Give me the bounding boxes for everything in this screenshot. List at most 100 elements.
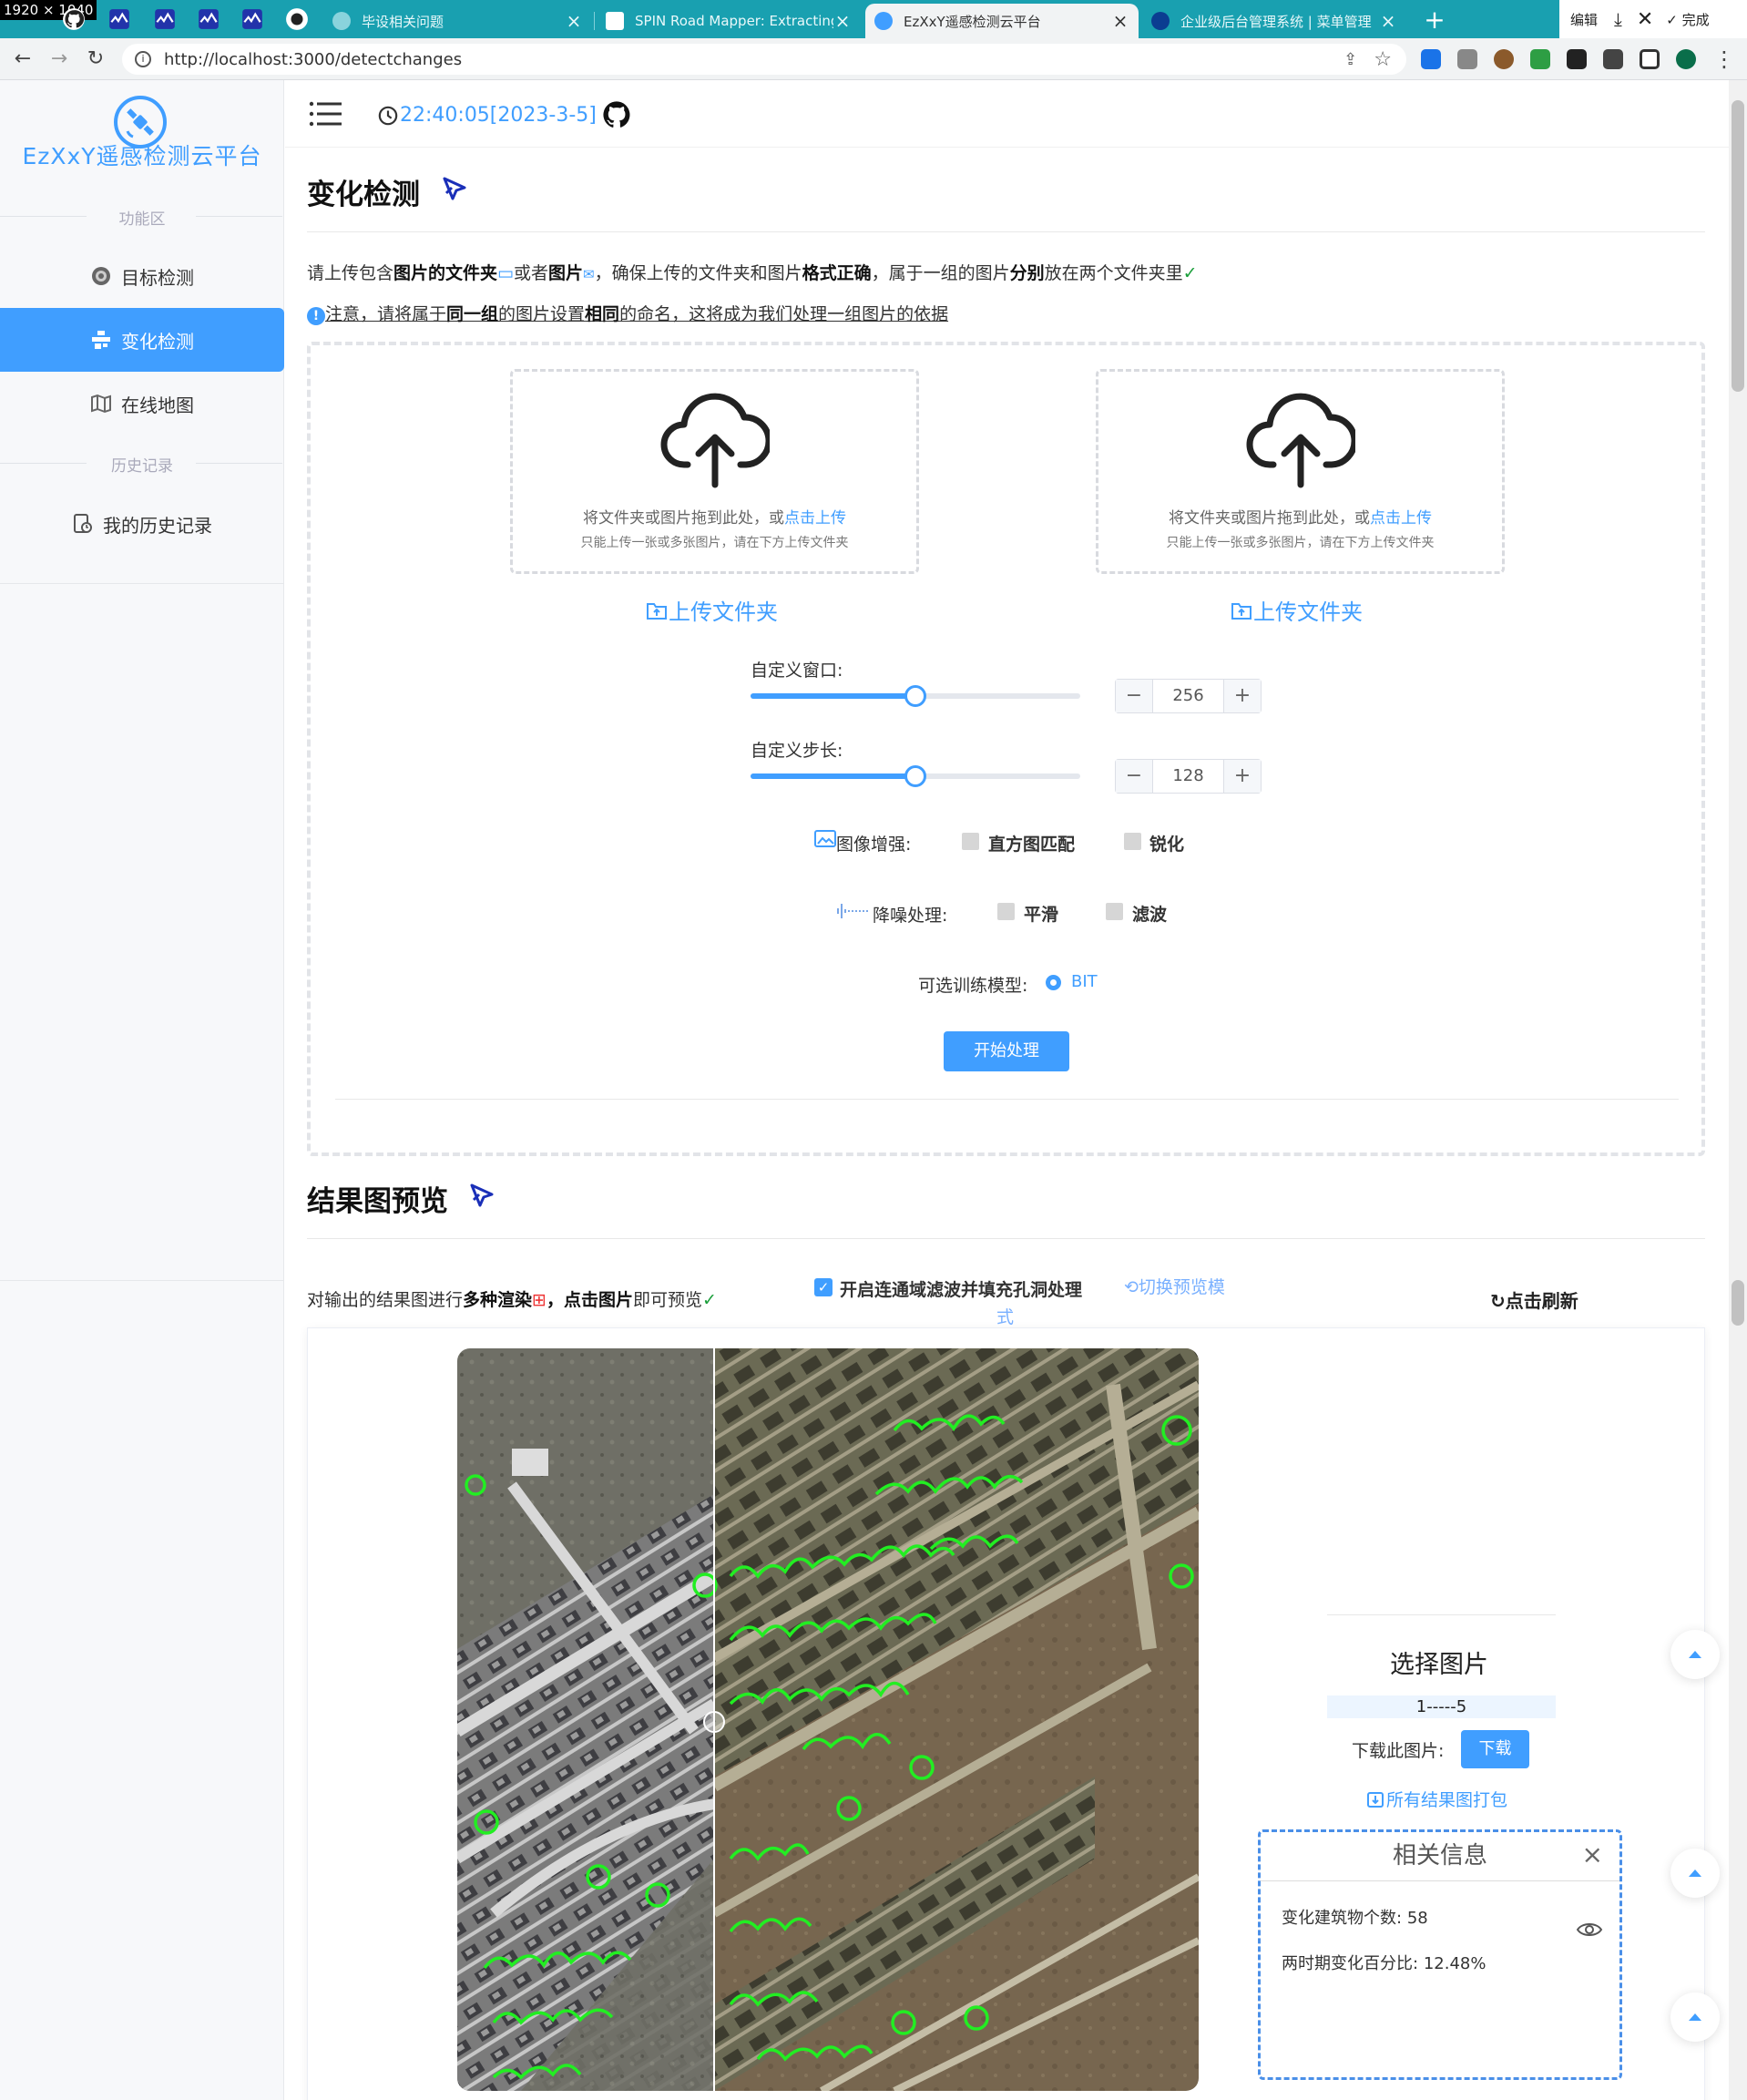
extensions-puzzle-icon[interactable] (1603, 49, 1623, 69)
decrement-button[interactable]: − (1116, 680, 1152, 712)
folder-upload-icon (647, 602, 667, 620)
new-tab-button[interactable]: + (1419, 5, 1450, 36)
dropzone-hint: 只能上传一张或多张图片，请在下方上传文件夹 (580, 536, 849, 550)
close-tab-icon[interactable]: × (833, 12, 852, 30)
stride-value[interactable]: 128 (1152, 760, 1224, 793)
share-icon[interactable]: ⇪ (1343, 50, 1357, 69)
refresh-link[interactable]: ↻点击刷新 (1490, 1286, 1578, 1313)
extension-icon-shield[interactable] (1530, 49, 1550, 69)
sidebar-item-change-detection[interactable]: 变化检测 (0, 308, 284, 372)
pack-all-results-link[interactable]: 所有结果图打包 (1366, 1787, 1507, 1811)
extension-icon-dev[interactable] (1567, 49, 1587, 69)
divider (0, 583, 284, 584)
close-tab-icon[interactable]: × (1379, 12, 1397, 30)
scrollbar-thumb-inner[interactable] (1732, 1280, 1744, 1326)
image-range-selector[interactable]: 1-----5 (1327, 1695, 1556, 1718)
instruction-bold: 分别 (1009, 263, 1045, 283)
edit-button[interactable]: 编辑 (1570, 10, 1598, 29)
upload-folder-link-left[interactable]: 上传文件夹 (647, 594, 778, 626)
smooth-checkbox[interactable] (997, 903, 1015, 920)
click-upload-link[interactable]: 点击上传 (1370, 509, 1432, 528)
back-arrow-icon[interactable]: ← (9, 46, 36, 73)
download-icon[interactable]: ⤓ (1614, 8, 1622, 30)
click-upload-link[interactable]: 点击上传 (784, 509, 846, 528)
github-pinned-tab-icon[interactable] (62, 7, 86, 31)
histogram-match-checkbox[interactable] (962, 833, 979, 850)
github-pinned-tab-icon-2[interactable] (285, 7, 309, 31)
info-icon[interactable]: i (135, 51, 151, 67)
close-tab-icon[interactable]: × (1111, 12, 1129, 30)
tab-title: 毕设相关问题 (362, 13, 444, 30)
download-button[interactable]: 下载 (1461, 1730, 1529, 1768)
kebab-menu-icon[interactable]: ⋮ (1711, 46, 1738, 73)
sidebar-item-object-detection[interactable]: 目标检测 (0, 244, 284, 308)
start-processing-button[interactable]: 开始处理 (944, 1031, 1069, 1071)
upload-dropzone-left[interactable]: 将文件夹或图片拖到此处，或点击上传 只能上传一张或多张图片，请在下方上传文件夹 (510, 369, 919, 574)
extension-icon-notes[interactable] (1457, 49, 1477, 69)
github-icon[interactable] (602, 100, 631, 129)
window-slider-handle[interactable] (904, 685, 926, 707)
history-icon (74, 514, 92, 533)
refresh-label: 点击刷新 (1505, 1290, 1578, 1312)
increment-button[interactable]: + (1224, 680, 1261, 712)
scrollbar-thumb[interactable] (1732, 100, 1744, 392)
profile-avatar[interactable] (1676, 49, 1696, 69)
stride-slider-handle[interactable] (904, 765, 926, 787)
increment-button[interactable]: + (1224, 760, 1261, 793)
tab-title: SPIN Road Mapper: Extracting (635, 13, 833, 29)
note-bold: 同一组 (446, 304, 499, 324)
filter-checkbox[interactable] (1106, 903, 1123, 920)
url-text: http://localhost:3000/detectchanges (164, 49, 463, 69)
smooth-label: 平滑 (1024, 905, 1059, 925)
section-title-history: 历史记录 (111, 457, 173, 476)
tab-favicon (332, 12, 351, 30)
sidebar-item-label: 目标检测 (121, 266, 194, 289)
side-panel-icon[interactable] (1640, 49, 1660, 69)
cloud-upload-icon (660, 393, 770, 488)
close-icon[interactable]: ✕ (1637, 8, 1653, 31)
sharpen-checkbox[interactable] (1124, 833, 1141, 850)
window-size-value[interactable]: 256 (1152, 680, 1224, 712)
upload-dropzone-right[interactable]: 将文件夹或图片拖到此处，或点击上传 只能上传一张或多张图片，请在下方上传文件夹 (1096, 369, 1505, 574)
extension-icon-cookie[interactable] (1494, 49, 1514, 69)
bookmark-star-icon[interactable]: ☆ (1374, 48, 1392, 71)
address-bar[interactable]: i http://localhost:3000/detectchanges ⇪ … (122, 44, 1406, 75)
eye-icon[interactable] (1576, 1921, 1603, 1939)
filter-label: 滤波 (1132, 905, 1168, 925)
close-icon[interactable]: × (1582, 1839, 1603, 1870)
upload-folder-link-right[interactable]: 上传文件夹 (1231, 594, 1363, 626)
connected-filter-checkbox[interactable]: ✓ (814, 1278, 833, 1296)
model-bit-radio[interactable] (1046, 975, 1061, 990)
section-title-functions: 功能区 (118, 210, 166, 229)
forward-arrow-icon[interactable]: → (46, 46, 73, 73)
divider (196, 216, 282, 217)
scroll-top-button[interactable] (1670, 1849, 1720, 1898)
extension-icon-translate[interactable] (1421, 49, 1441, 69)
scroll-top-button[interactable] (1670, 1630, 1720, 1679)
tab-favicon (1151, 12, 1170, 30)
decrement-button[interactable]: − (1116, 760, 1152, 793)
sidebar-item-online-map[interactable]: 在线地图 (0, 372, 284, 435)
chart-pinned-tab-icon-4[interactable] (240, 7, 264, 31)
sidebar-item-my-history[interactable]: 我的历史记录 (0, 492, 284, 556)
chart-pinned-tab-icon-2[interactable] (153, 7, 177, 31)
scroll-top-button[interactable] (1670, 1992, 1720, 2042)
switch-preview-mode-link[interactable]: ⟲切换预览模 (1124, 1274, 1225, 1298)
close-tab-icon[interactable]: × (565, 12, 583, 30)
cursor-pointer-icon (443, 177, 466, 200)
window-controls: 编辑 ⤓ ✕ ✓ 完成 (1559, 0, 1747, 38)
tab-spin-road-mapper[interactable]: SPIN Road Mapper: Extracting × (597, 4, 861, 38)
tab-ezxxy[interactable]: EzXxY遥感检测云平台 × (865, 4, 1139, 38)
hamburger-menu-icon[interactable] (309, 100, 342, 128)
result-comparison-image[interactable] (457, 1348, 1199, 2091)
tab-admin-menu[interactable]: 企业级后台管理系统 | 菜单管理 × (1142, 4, 1406, 38)
tab-bishe[interactable]: 毕设相关问题 × (323, 4, 592, 38)
download-image-label: 下载此图片: (1352, 1741, 1445, 1761)
reload-icon[interactable]: ↻ (82, 46, 109, 73)
top-nav: 22:40:05[2023-3-5] (285, 80, 1729, 148)
waveform-icon (837, 904, 868, 918)
chart-pinned-tab-icon-1[interactable] (107, 7, 131, 31)
chart-pinned-tab-icon-3[interactable] (197, 7, 220, 31)
done-button[interactable]: ✓ 完成 (1666, 10, 1709, 29)
switch-mode-text-tail[interactable]: 式 (996, 1304, 1014, 1328)
